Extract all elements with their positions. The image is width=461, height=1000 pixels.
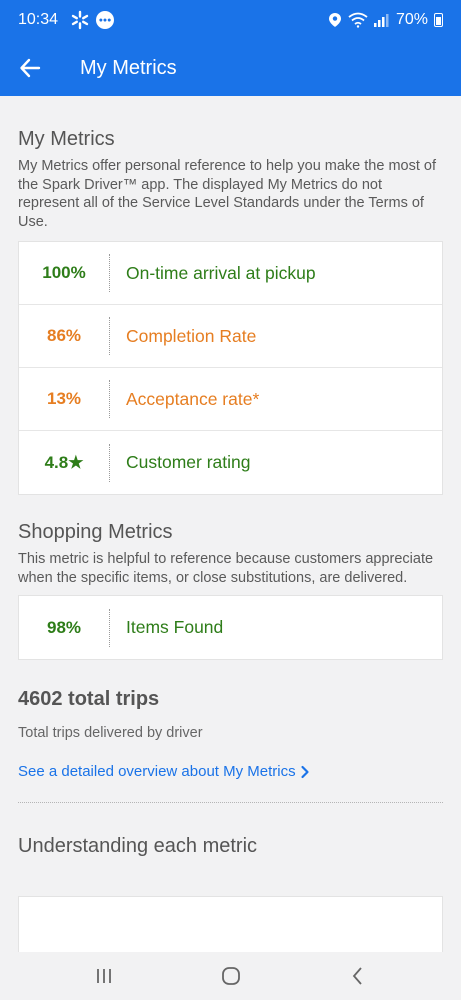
page-title: My Metrics: [80, 56, 177, 79]
system-back-button[interactable]: [338, 956, 378, 996]
chevron-left-icon: [352, 967, 362, 985]
system-nav-bar: [0, 952, 461, 1000]
metric-value: 86%: [46, 326, 82, 345]
my-metrics-heading: My Metrics: [18, 128, 115, 150]
metric-row-completion[interactable]: 86% Completion Rate: [19, 305, 442, 368]
metric-value: 100%: [42, 263, 86, 282]
status-bar: 10:34 ●●● 70%: [0, 0, 461, 40]
metric-value: 13%: [46, 389, 82, 408]
metric-label: On-time arrival at pickup: [126, 262, 316, 283]
signal-icon: [373, 14, 389, 27]
metric-label: Completion Rate: [126, 325, 257, 346]
chevron-right-icon: [301, 765, 309, 778]
metric-label: Items Found: [126, 617, 224, 637]
status-right-group: 70%: [328, 11, 443, 29]
status-time: 10:34: [18, 11, 59, 28]
total-trips-subtitle: Total trips delivered by driver: [18, 725, 203, 741]
spark-icon: [71, 10, 89, 30]
status-notification-icons: ●●●: [70, 10, 115, 30]
shopping-metrics-description: This metric is helpful to reference beca…: [18, 551, 434, 586]
notification-badge-icon: ●●●: [96, 11, 115, 29]
link-text: See a detailed overview about My Metrics: [18, 763, 296, 780]
metric-row-customer-rating[interactable]: 4.8★ Customer rating: [19, 431, 442, 494]
recent-apps-button[interactable]: [84, 956, 124, 996]
metric-label: Customer rating: [126, 452, 251, 472]
back-button[interactable]: [0, 40, 60, 96]
total-trips-title: 4602 total trips: [18, 688, 160, 710]
metrics-content[interactable]: My Metrics My Metrics offer personal ref…: [0, 96, 461, 952]
location-icon: [328, 13, 341, 27]
understanding-card: [18, 896, 443, 952]
recents-icon: [96, 969, 111, 983]
metric-row-items-found[interactable]: 98% Items Found: [19, 596, 442, 659]
metric-row-acceptance[interactable]: 13% Acceptance rate*: [19, 368, 442, 431]
metric-label: Acceptance rate*: [126, 388, 260, 409]
home-button[interactable]: [211, 956, 251, 996]
shopping-metrics-card: 98% Items Found: [18, 595, 443, 660]
arrow-left-icon: [20, 58, 41, 78]
metric-value: 98%: [46, 617, 82, 637]
shopping-metrics-heading: Shopping Metrics: [18, 521, 173, 543]
battery-percent: 70%: [395, 11, 428, 28]
wifi-icon: [348, 12, 368, 28]
home-icon: [221, 967, 240, 985]
detailed-overview-link[interactable]: See a detailed overview about My Metrics: [0, 763, 461, 780]
metric-value: 4.8★: [44, 452, 84, 472]
my-metrics-description: My Metrics offer personal reference to h…: [18, 158, 437, 230]
battery-icon: [434, 13, 443, 27]
app-bar: My Metrics: [0, 40, 461, 96]
my-metrics-card: 100% On-time arrival at pickup 86% Compl…: [18, 241, 443, 495]
metric-row-on-time[interactable]: 100% On-time arrival at pickup: [19, 242, 442, 305]
understanding-heading: Understanding each metric: [18, 835, 258, 857]
